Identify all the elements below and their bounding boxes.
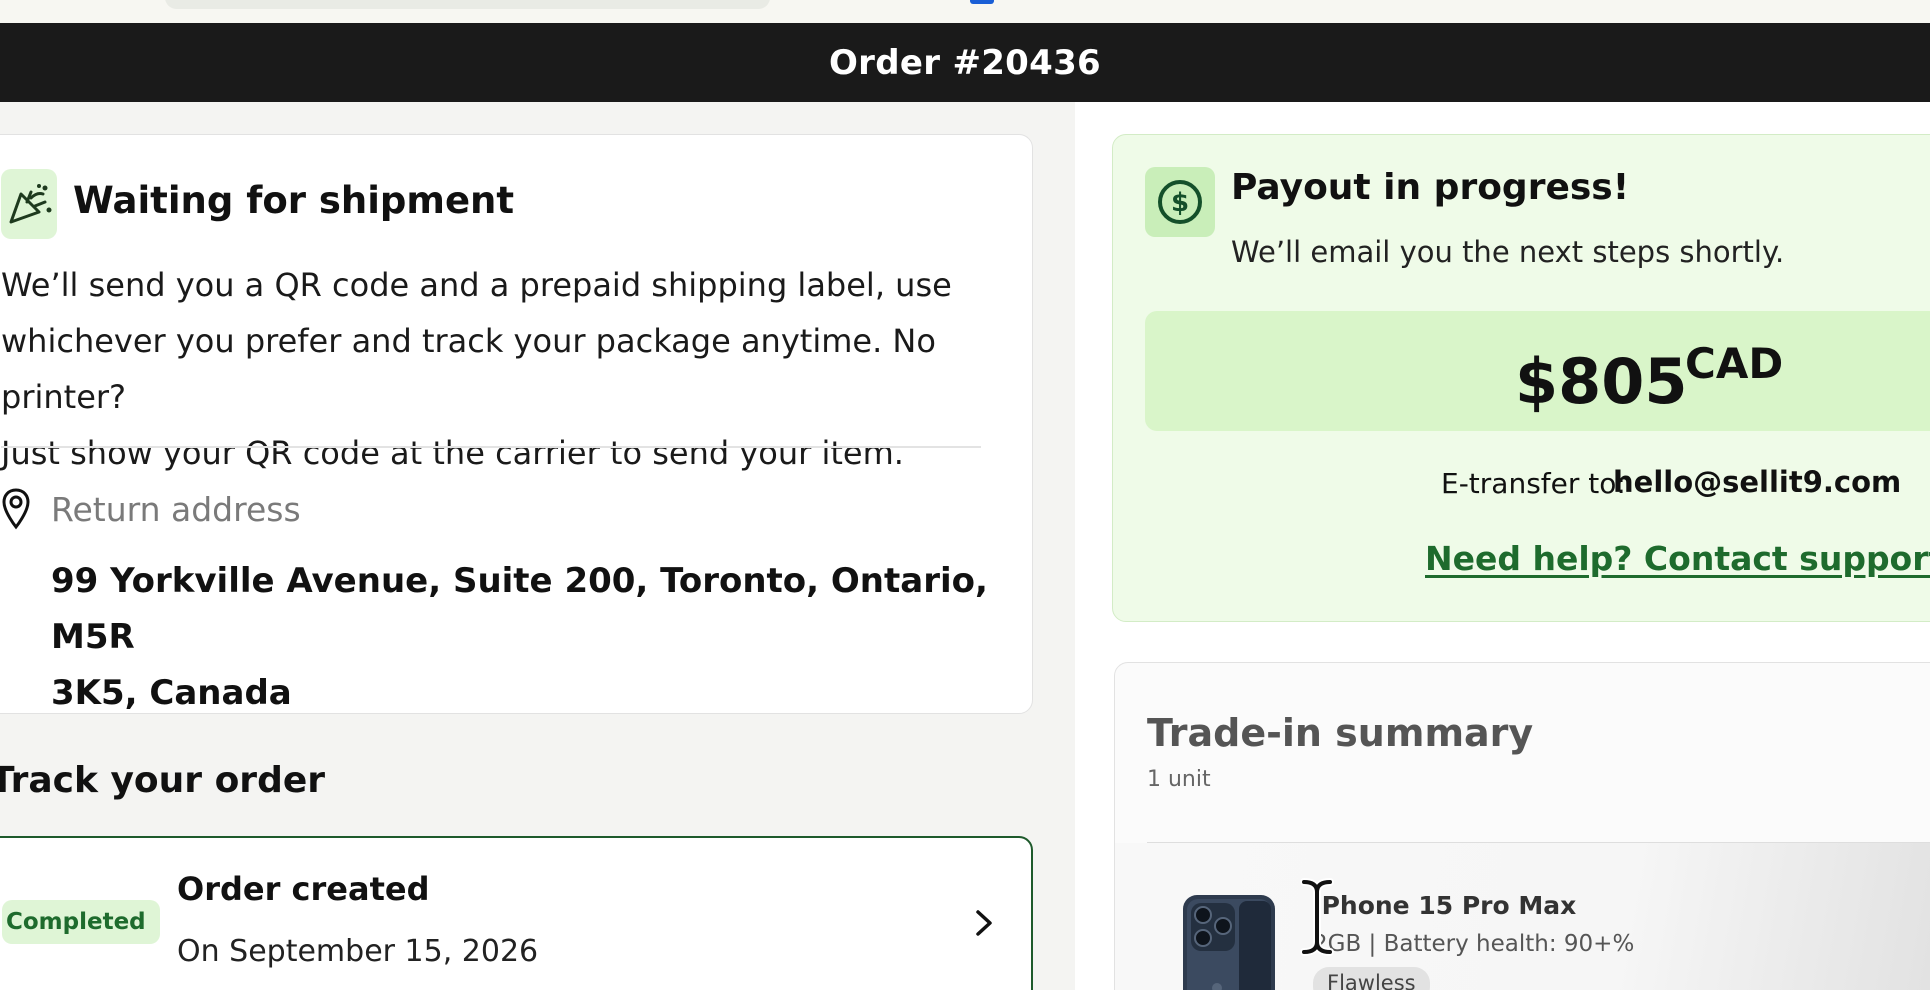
return-address: 99 Yorkville Avenue, Suite 200, Toronto,… <box>51 553 1011 721</box>
condition-badge: Flawless <box>1313 967 1430 990</box>
location-pin-icon <box>2 488 30 530</box>
dollar-circle-icon: $ <box>1145 167 1215 237</box>
address-bar[interactable] <box>165 0 770 9</box>
payout-amount-box: $805 CAD <box>1145 311 1930 431</box>
chevron-right-icon[interactable] <box>972 908 996 938</box>
shipment-description-line: whichever you prefer and track your pack… <box>1 322 936 416</box>
payout-amount: $805 <box>1515 345 1688 418</box>
shipment-description-line: We’ll send you a QR code and a prepaid s… <box>1 266 952 304</box>
tracking-step-order-created[interactable]: Completed Order created On September 15,… <box>0 836 1033 990</box>
return-address-line: 3K5, Canada <box>51 673 292 713</box>
divider <box>1 446 981 448</box>
payout-currency: CAD <box>1685 339 1784 388</box>
etransfer-label: E-transfer to: <box>1441 467 1626 500</box>
payout-subtitle: We’ll email you the next steps shortly. <box>1231 235 1785 269</box>
payout-card: $ Payout in progress! We’ll email you th… <box>1112 134 1930 622</box>
etransfer-email: hello@sellit9.com <box>1613 465 1902 499</box>
return-address-line: 99 Yorkville Avenue, Suite 200, Toronto,… <box>51 561 988 657</box>
device-name: iPhone 15 Pro Max <box>1313 891 1577 920</box>
text-cursor-icon <box>1300 878 1334 956</box>
status-badge: Completed <box>2 900 160 944</box>
device-specs: 2GB | Battery health: 90+% <box>1313 931 1635 957</box>
track-order-title: Track your order <box>0 760 326 801</box>
summary-title: Trade-in summary <box>1147 711 1534 755</box>
return-address-label: Return address <box>51 490 301 529</box>
browser-top-strip <box>0 0 1930 23</box>
page-title: Order #20436 <box>828 42 1102 83</box>
trade-in-summary-card: Trade-in summary 1 unit iPhone 15 Pro Ma… <box>1114 662 1930 990</box>
step-title: Order created <box>177 870 430 908</box>
shipment-title: Waiting for shipment <box>73 179 515 222</box>
summary-unit-count: 1 unit <box>1147 767 1211 792</box>
phone-image <box>1183 895 1275 990</box>
step-date: On September 15, 2026 <box>177 934 539 969</box>
shipment-description-line: Just show your QR code at the carrier to… <box>1 434 904 472</box>
order-header: Order #20436 <box>0 23 1930 102</box>
payout-title: Payout in progress! <box>1231 167 1630 208</box>
contact-support-link[interactable]: Need help? Contact support <box>1425 539 1930 578</box>
browser-indicator <box>970 0 994 4</box>
party-popper-icon <box>1 169 57 239</box>
svg-text:$: $ <box>1171 188 1189 218</box>
shipment-card: Waiting for shipment We’ll send you a QR… <box>0 134 1033 714</box>
